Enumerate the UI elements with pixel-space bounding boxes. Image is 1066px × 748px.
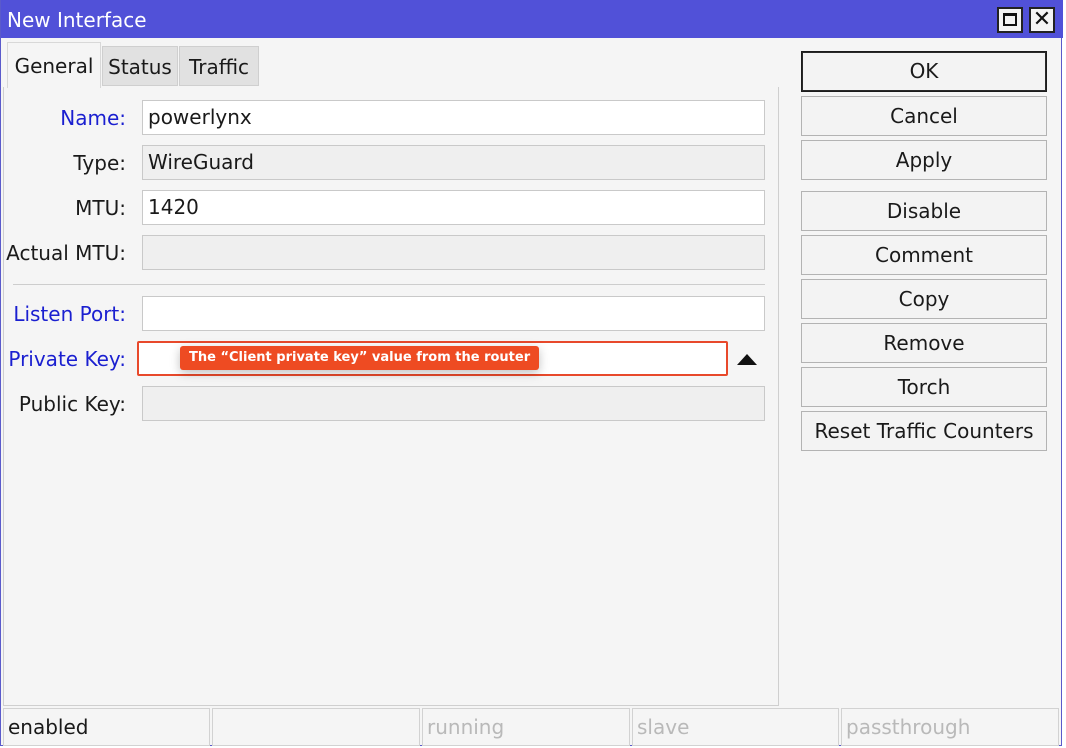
listen-port-label: Listen Port:	[13, 302, 126, 326]
status-passthrough: passthrough	[841, 708, 1059, 746]
torch-button[interactable]: Torch	[801, 367, 1047, 407]
private-key-label: Private Key:	[8, 347, 126, 371]
copy-button[interactable]: Copy	[801, 279, 1047, 319]
actual-mtu-field	[142, 235, 765, 270]
status-slave: slave	[632, 708, 839, 746]
disable-button[interactable]: Disable	[801, 191, 1047, 231]
ok-button[interactable]: OK	[801, 51, 1047, 92]
reset-traffic-counters-button[interactable]: Reset Traffic Counters	[801, 411, 1047, 451]
type-field: WireGuard	[142, 145, 765, 180]
apply-button[interactable]: Apply	[801, 140, 1047, 180]
tab-traffic-label: Traffic	[188, 55, 250, 79]
status-empty	[212, 708, 420, 746]
tab-traffic[interactable]: Traffic	[179, 46, 259, 86]
comment-button[interactable]: Comment	[801, 235, 1047, 275]
listen-port-input[interactable]	[142, 296, 765, 331]
tab-status[interactable]: Status	[102, 46, 178, 86]
title-bar[interactable]: New Interface ✕	[1, 0, 1063, 38]
tab-general[interactable]: General	[7, 42, 101, 88]
new-interface-window: New Interface ✕ General Status Traffic N…	[0, 0, 1063, 746]
public-key-field	[142, 386, 765, 421]
public-key-label: Public Key:	[18, 392, 126, 416]
tab-general-label: General	[14, 54, 94, 78]
section-divider	[13, 284, 765, 285]
cancel-button[interactable]: Cancel	[801, 96, 1047, 136]
type-label: Type:	[73, 151, 126, 175]
status-enabled: enabled	[3, 708, 210, 746]
mtu-label: MTU:	[75, 196, 126, 220]
mtu-input[interactable]: 1420	[142, 190, 765, 225]
status-running: running	[422, 708, 630, 746]
tab-status-label: Status	[108, 55, 172, 79]
name-input[interactable]: powerlynx	[142, 100, 765, 135]
close-icon[interactable]: ✕	[1029, 7, 1055, 33]
name-label: Name:	[60, 106, 126, 130]
remove-button[interactable]: Remove	[801, 323, 1047, 363]
actual-mtu-label: Actual MTU:	[6, 241, 126, 265]
maximize-icon[interactable]	[997, 7, 1023, 33]
status-bar: enabled running slave passthrough	[1, 706, 1061, 746]
caret-up-icon[interactable]	[737, 354, 757, 365]
window-title: New Interface	[7, 8, 147, 32]
private-key-annotation: The “Client private key” value from the …	[180, 346, 540, 370]
